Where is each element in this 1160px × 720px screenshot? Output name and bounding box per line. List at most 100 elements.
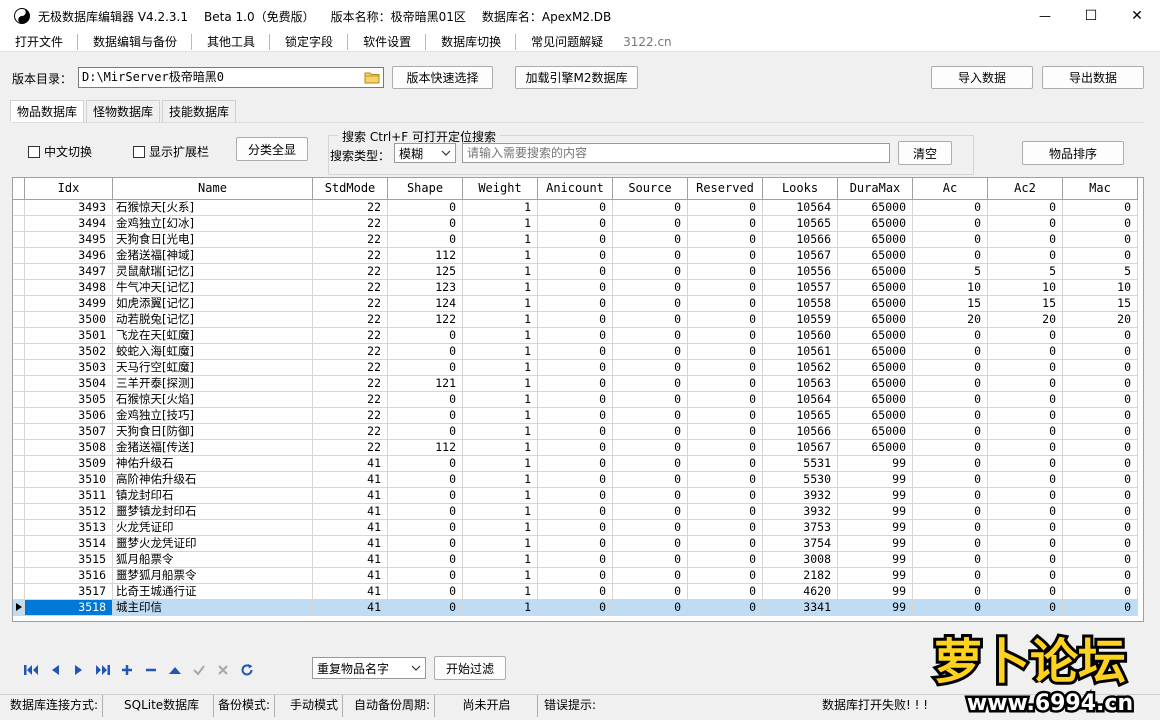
cell-source[interactable]: 0 — [613, 552, 688, 568]
cell-source[interactable]: 0 — [613, 456, 688, 472]
cell-ac[interactable]: 0 — [913, 584, 988, 600]
cell-anicount[interactable]: 0 — [538, 552, 613, 568]
cell-mac[interactable]: 0 — [1063, 584, 1138, 600]
table-row[interactable]: 3512 噩梦镇龙封印石 41 0 1 0 0 0 3932 99 0 0 0 — [13, 504, 1138, 520]
cell-stdmode[interactable]: 41 — [313, 472, 388, 488]
cell-ac[interactable]: 0 — [913, 504, 988, 520]
cell-ac[interactable]: 0 — [913, 216, 988, 232]
cell-mac[interactable]: 0 — [1063, 408, 1138, 424]
cell-source[interactable]: 0 — [613, 600, 688, 616]
cell-ac2[interactable]: 10 — [988, 280, 1063, 296]
cell-looks[interactable]: 10561 — [763, 344, 838, 360]
cell-shape[interactable]: 125 — [388, 264, 463, 280]
cell-name[interactable]: 天狗食日[光电] — [113, 232, 313, 248]
cell-shape[interactable]: 0 — [388, 600, 463, 616]
cell-name[interactable]: 天狗食日[防御] — [113, 424, 313, 440]
add-record-button[interactable] — [116, 660, 138, 680]
cell-source[interactable]: 0 — [613, 248, 688, 264]
cell-reserved[interactable]: 0 — [688, 248, 763, 264]
cell-weight[interactable]: 1 — [463, 408, 538, 424]
cell-ac2[interactable]: 0 — [988, 584, 1063, 600]
cell-idx[interactable]: 3499 — [25, 296, 113, 312]
cell-looks[interactable]: 5530 — [763, 472, 838, 488]
table-row[interactable]: 3509 神佑升级石 41 0 1 0 0 0 5531 99 0 0 0 — [13, 456, 1138, 472]
table-row[interactable]: 3510 高阶神佑升级石 41 0 1 0 0 0 5530 99 0 0 0 — [13, 472, 1138, 488]
cell-duramax[interactable]: 99 — [838, 584, 913, 600]
cell-shape[interactable]: 0 — [388, 488, 463, 504]
menu-edit-backup[interactable]: 数据编辑与备份 — [78, 33, 193, 50]
cell-ac2[interactable]: 0 — [988, 328, 1063, 344]
cell-reserved[interactable]: 0 — [688, 488, 763, 504]
tab-monsters[interactable]: 怪物数据库 — [86, 100, 161, 122]
table-row[interactable]: 3517 比奇王城通行证 41 0 1 0 0 0 4620 99 0 0 0 — [13, 584, 1138, 600]
cell-ac2[interactable]: 0 — [988, 408, 1063, 424]
cell-idx[interactable]: 3494 — [25, 216, 113, 232]
cell-reserved[interactable]: 0 — [688, 232, 763, 248]
cell-ac2[interactable]: 0 — [988, 200, 1063, 216]
cell-weight[interactable]: 1 — [463, 264, 538, 280]
tab-items[interactable]: 物品数据库 — [10, 100, 85, 122]
cell-duramax[interactable]: 99 — [838, 600, 913, 616]
sort-button[interactable]: 物品排序 — [1022, 141, 1124, 165]
cell-name[interactable]: 噩梦镇龙封印石 — [113, 504, 313, 520]
cell-reserved[interactable]: 0 — [688, 408, 763, 424]
cell-stdmode[interactable]: 22 — [313, 312, 388, 328]
next-record-button[interactable] — [68, 660, 90, 680]
cell-weight[interactable]: 1 — [463, 200, 538, 216]
table-row[interactable]: 3500 动若脱兔[记忆] 22 122 1 0 0 0 10559 65000 20 20 20 — [13, 312, 1138, 328]
table-row[interactable]: 3514 噩梦火龙凭证印 41 0 1 0 0 0 3754 99 0 0 0 — [13, 536, 1138, 552]
cell-ac2[interactable]: 0 — [988, 600, 1063, 616]
cell-reserved[interactable]: 0 — [688, 568, 763, 584]
cell-idx[interactable]: 3496 — [25, 248, 113, 264]
import-button[interactable]: 导入数据 — [931, 66, 1033, 89]
cell-name[interactable]: 镇龙封印石 — [113, 488, 313, 504]
refresh-button[interactable] — [236, 660, 258, 680]
chinese-toggle-checkbox[interactable]: 中文切换 — [28, 143, 92, 160]
cell-shape[interactable]: 122 — [388, 312, 463, 328]
cell-ac2[interactable]: 0 — [988, 376, 1063, 392]
cell-looks[interactable]: 10566 — [763, 232, 838, 248]
cell-duramax[interactable]: 65000 — [838, 360, 913, 376]
menu-faq[interactable]: 常见问题解疑 — [516, 34, 617, 50]
cell-looks[interactable]: 3341 — [763, 600, 838, 616]
cell-ac[interactable]: 0 — [913, 232, 988, 248]
cell-shape[interactable]: 0 — [388, 504, 463, 520]
cell-source[interactable]: 0 — [613, 376, 688, 392]
cell-source[interactable]: 0 — [613, 568, 688, 584]
cell-anicount[interactable]: 0 — [538, 536, 613, 552]
cell-ac[interactable]: 20 — [913, 312, 988, 328]
cell-name[interactable]: 石猴惊天[火系] — [113, 200, 313, 216]
cell-name[interactable]: 金猪送福[传送] — [113, 440, 313, 456]
cell-weight[interactable]: 1 — [463, 472, 538, 488]
cell-ac[interactable]: 0 — [913, 472, 988, 488]
cell-mac[interactable]: 0 — [1063, 488, 1138, 504]
cell-idx[interactable]: 3500 — [25, 312, 113, 328]
cell-ac2[interactable]: 0 — [988, 424, 1063, 440]
cell-source[interactable]: 0 — [613, 536, 688, 552]
cell-reserved[interactable]: 0 — [688, 312, 763, 328]
table-row[interactable]: 3503 天马行空[虹魔] 22 0 1 0 0 0 10562 65000 0 0 0 — [13, 360, 1138, 376]
cell-shape[interactable]: 0 — [388, 568, 463, 584]
cell-idx[interactable]: 3508 — [25, 440, 113, 456]
cell-looks[interactable]: 10565 — [763, 216, 838, 232]
cell-mac[interactable]: 10 — [1063, 280, 1138, 296]
cell-duramax[interactable]: 65000 — [838, 344, 913, 360]
category-all-button[interactable]: 分类全显 — [236, 137, 308, 161]
cell-looks[interactable]: 10556 — [763, 264, 838, 280]
cell-stdmode[interactable]: 41 — [313, 504, 388, 520]
cell-duramax[interactable]: 99 — [838, 552, 913, 568]
table-row[interactable]: 3501 飞龙在天[虹魔] 22 0 1 0 0 0 10560 65000 0 0 0 — [13, 328, 1138, 344]
menu-settings[interactable]: 软件设置 — [348, 33, 427, 50]
cell-weight[interactable]: 1 — [463, 552, 538, 568]
cell-duramax[interactable]: 99 — [838, 472, 913, 488]
cell-name[interactable]: 蛟蛇入海[虹魔] — [113, 344, 313, 360]
table-row[interactable]: 3499 如虎添翼[记忆] 22 124 1 0 0 0 10558 65000 15 15 15 — [13, 296, 1138, 312]
cell-name[interactable]: 比奇王城通行证 — [113, 584, 313, 600]
cell-source[interactable]: 0 — [613, 232, 688, 248]
column-header[interactable]: Shape — [388, 178, 463, 200]
cell-ac[interactable]: 0 — [913, 536, 988, 552]
cell-idx[interactable]: 3504 — [25, 376, 113, 392]
cell-reserved[interactable]: 0 — [688, 392, 763, 408]
menu-open-file[interactable]: 打开文件 — [0, 33, 79, 50]
cell-name[interactable]: 噩梦狐月船票令 — [113, 568, 313, 584]
